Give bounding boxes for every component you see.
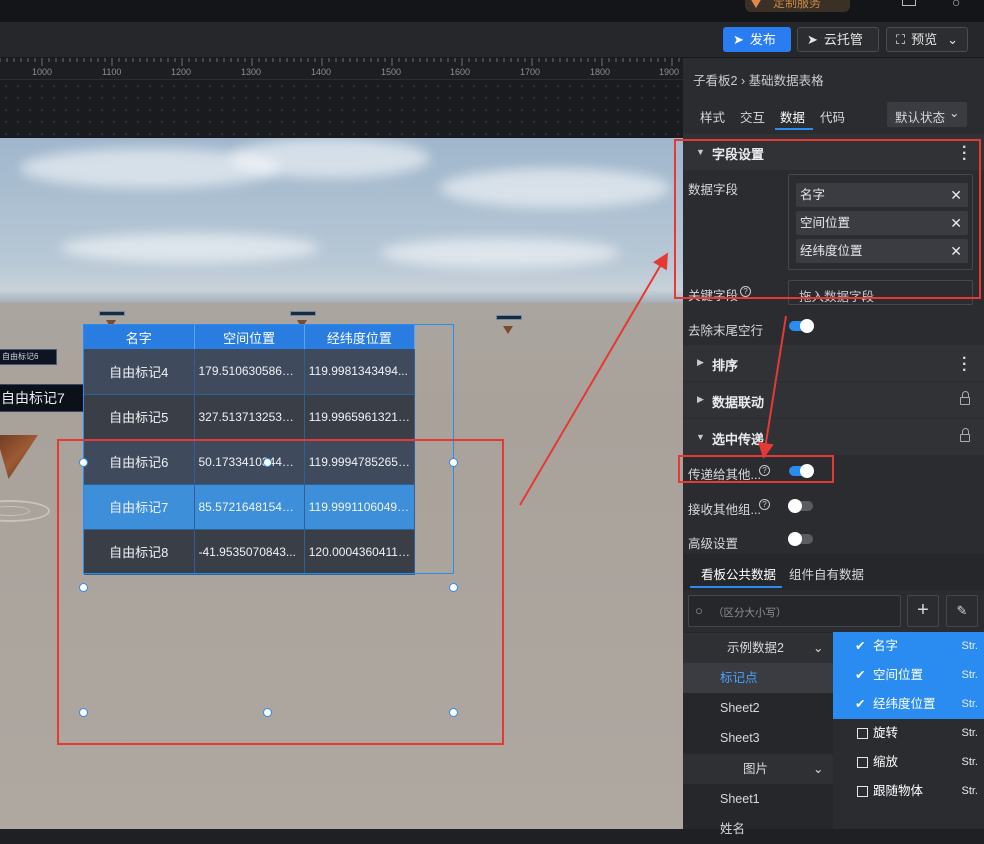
annotation-arrow [757, 315, 787, 459]
annotation-arrows [519, 252, 787, 506]
annotation-arrow [519, 252, 669, 506]
